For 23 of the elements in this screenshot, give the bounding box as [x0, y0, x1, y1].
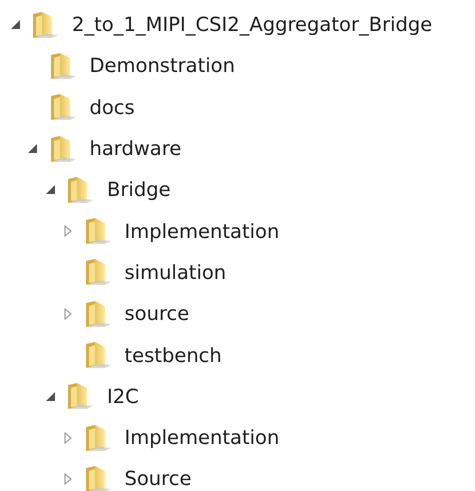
- expanded-arrow-icon[interactable]: [46, 392, 54, 401]
- collapsed-arrow-icon[interactable]: [64, 225, 72, 238]
- folder-label[interactable]: docs: [90, 96, 135, 119]
- folder-label[interactable]: Bridge: [107, 178, 171, 202]
- folder-label[interactable]: I2C: [107, 384, 139, 408]
- folder-label[interactable]: source: [124, 302, 190, 326]
- folder-icon: [65, 176, 95, 204]
- expanded-arrow-icon[interactable]: [28, 144, 37, 154]
- collapsed-arrow-icon[interactable]: [64, 432, 72, 444]
- folder-label[interactable]: Implementation: [124, 426, 280, 450]
- folder-label[interactable]: 2_to_1_MIPI_CSI2_Aggregator_Bridge: [72, 13, 432, 36]
- folder-label[interactable]: simulation: [124, 260, 226, 284]
- folder-label[interactable]: testbench: [124, 344, 222, 367]
- folder-icon: [65, 382, 95, 410]
- collapsed-arrow-icon[interactable]: [64, 472, 72, 485]
- folder-label[interactable]: Source: [124, 467, 192, 490]
- collapsed-arrow-icon[interactable]: [64, 308, 72, 320]
- folder-label[interactable]: Implementation: [124, 220, 280, 243]
- expanded-arrow-icon[interactable]: [46, 185, 54, 194]
- expanded-arrow-icon[interactable]: [10, 20, 20, 30]
- folder-label[interactable]: Demonstration: [90, 54, 235, 78]
- folder-icon: [30, 10, 60, 39]
- folder-label[interactable]: hardware: [90, 137, 182, 160]
